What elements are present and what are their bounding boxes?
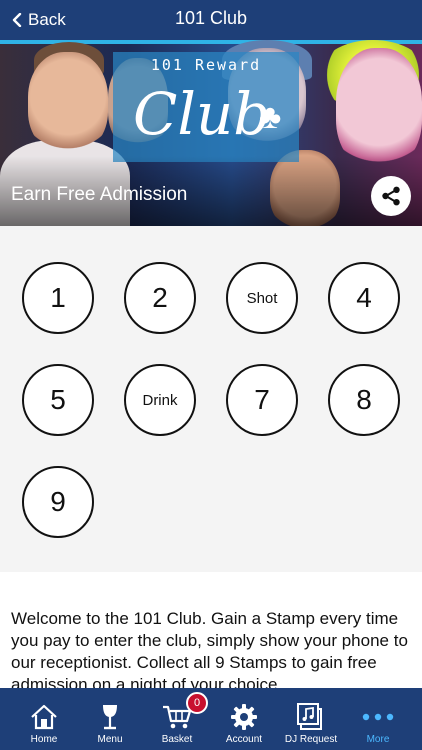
tab-more-label: More [366, 734, 390, 745]
stamp-4: 4 [328, 262, 400, 334]
logo-script-text: Club [133, 80, 271, 148]
hero-photo-figure [336, 48, 422, 168]
tab-home-label: Home [30, 734, 58, 745]
bottom-tab-bar: Home Menu Basket 0 Account DJ Request Mo… [0, 688, 422, 750]
tab-more[interactable]: More [344, 688, 412, 750]
stamp-1: 1 [22, 262, 94, 334]
stamp-7: 7 [226, 364, 298, 436]
gear-icon [231, 704, 257, 730]
tab-account[interactable]: Account [210, 688, 278, 750]
tab-basket-label: Basket [161, 734, 193, 745]
hero-photo-figure [28, 52, 108, 152]
stamp-8: 8 [328, 364, 400, 436]
tab-home[interactable]: Home [10, 688, 78, 750]
basket-count-badge: 0 [186, 692, 208, 714]
tab-menu[interactable]: Menu [76, 688, 144, 750]
stamp-6-drink: Drink [124, 364, 196, 436]
club-description: Welcome to the 101 Club. Gain a Stamp ev… [11, 609, 408, 694]
hero-caption: Earn Free Admission [11, 184, 188, 205]
stamp-3-shot: Shot [226, 262, 298, 334]
stamp-5: 5 [22, 364, 94, 436]
tab-dj-request-label: DJ Request [284, 734, 338, 745]
wine-glass-icon [103, 705, 117, 730]
clover-icon: ♣ [259, 98, 282, 136]
stamp-card: 1 2 Shot 4 5 Drink 7 8 9 [0, 226, 422, 572]
home-icon [31, 704, 57, 730]
music-note-icon [297, 703, 322, 730]
stamp-9: 9 [22, 466, 94, 538]
share-icon [382, 186, 400, 206]
stamp-2: 2 [124, 262, 196, 334]
page-title: 101 Club [174, 8, 248, 28]
reward-club-logo: 101 Reward Club ♣ [113, 52, 299, 162]
logo-top-text: 101 Reward [150, 56, 262, 74]
tab-account-label: Account [225, 734, 263, 745]
tab-menu-label: Menu [97, 734, 123, 745]
more-dots-icon [362, 713, 394, 721]
share-button[interactable] [371, 176, 411, 216]
hero-banner: 101 Reward Club ♣ Earn Free Admission [0, 40, 422, 226]
tab-dj-request[interactable]: DJ Request [277, 688, 345, 750]
navigation-bar: Back 101 Club [0, 0, 422, 40]
